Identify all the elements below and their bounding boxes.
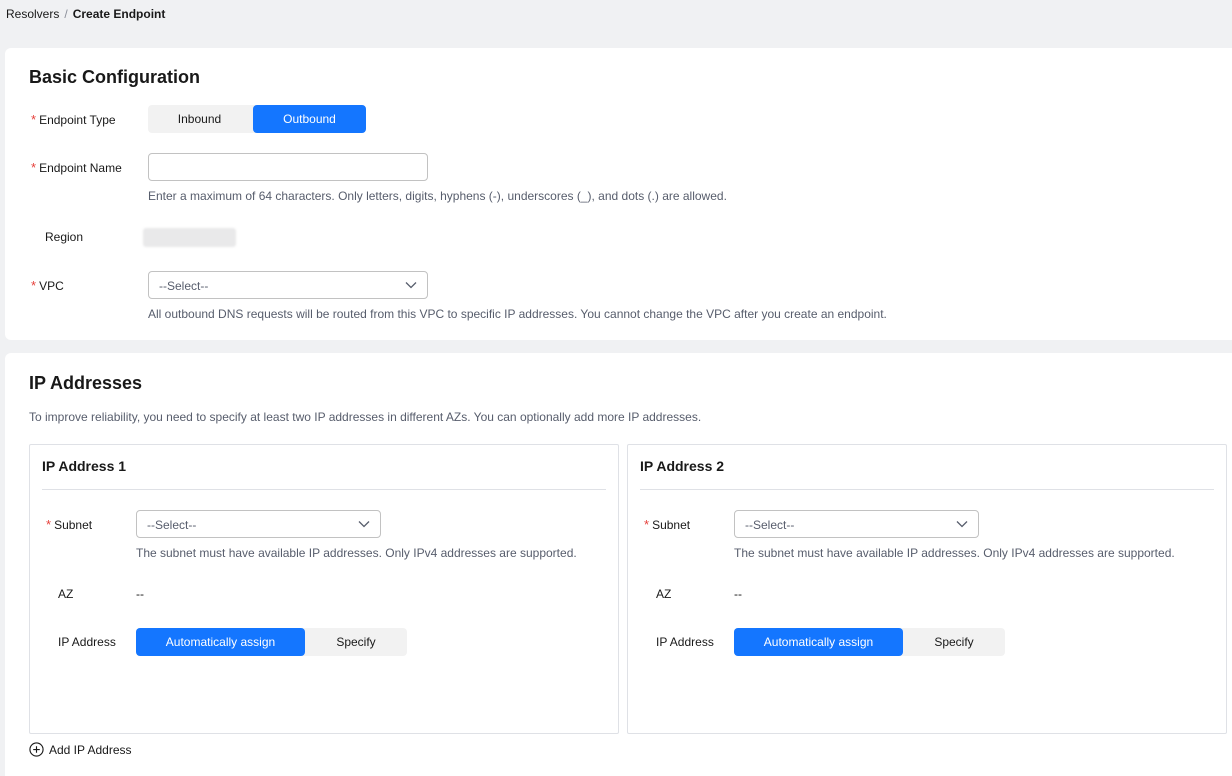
endpoint-type-label: * Endpoint Type — [31, 112, 116, 127]
ip-address-card-1: IP Address 1 * Subnet --Select-- The subn… — [29, 444, 619, 734]
az-label: AZ — [58, 587, 74, 601]
breadcrumb-separator: / — [64, 7, 68, 21]
endpoint-type-outbound-button[interactable]: Outbound — [253, 105, 366, 133]
region-value-redacted — [143, 228, 236, 247]
chevron-down-icon — [405, 282, 417, 289]
ip-addresses-card: IP Addresses To improve reliability, you… — [5, 353, 1232, 776]
ip-description: To improve reliability, you need to spec… — [29, 410, 702, 424]
specify-button[interactable]: Specify — [903, 628, 1005, 656]
endpoint-type-segmented: Inbound Outbound — [148, 105, 366, 133]
divider — [42, 489, 606, 490]
subnet-hint: The subnet must have available IP addres… — [734, 546, 1175, 560]
auto-assign-button[interactable]: Automatically assign — [136, 628, 305, 656]
subnet-hint: The subnet must have available IP addres… — [136, 546, 577, 560]
endpoint-type-inbound-button[interactable]: Inbound — [148, 105, 251, 133]
subnet-label: * Subnet — [644, 517, 691, 532]
breadcrumb: Resolvers / Create Endpoint — [6, 7, 165, 21]
required-marker: * — [644, 517, 650, 532]
ip-assign-segmented: Automatically assign Specify — [136, 628, 407, 656]
ip-address-card-2: IP Address 2 * Subnet --Select-- The subn… — [627, 444, 1227, 734]
az-value: -- — [136, 587, 144, 601]
subnet-select-value: --Select-- — [745, 518, 795, 532]
vpc-hint: All outbound DNS requests will be routed… — [148, 307, 887, 321]
ip-address-label: IP Address — [58, 635, 116, 649]
add-ip-address-button[interactable]: Add IP Address — [29, 742, 132, 757]
subnet-label: * Subnet — [46, 517, 93, 532]
breadcrumb-current: Create Endpoint — [72, 7, 166, 21]
endpoint-name-hint: Enter a maximum of 64 characters. Only l… — [148, 189, 727, 203]
region-label: Region — [45, 230, 84, 244]
specify-button[interactable]: Specify — [305, 628, 407, 656]
endpoint-name-label: * Endpoint Name — [31, 160, 122, 175]
vpc-select-value: --Select-- — [159, 279, 209, 293]
subnet-select-value: --Select-- — [147, 518, 197, 532]
divider — [640, 489, 1214, 490]
chevron-down-icon — [956, 521, 968, 528]
required-marker: * — [31, 112, 37, 127]
vpc-label: * VPC — [31, 278, 64, 293]
plus-circle-icon — [29, 742, 44, 757]
basic-configuration-card: Basic Configuration * Endpoint Type Inbou… — [5, 48, 1232, 340]
auto-assign-button[interactable]: Automatically assign — [734, 628, 903, 656]
chevron-down-icon — [358, 521, 370, 528]
subnet-select[interactable]: --Select-- — [136, 510, 381, 538]
ip-address-card-title: IP Address 2 — [640, 458, 725, 474]
required-marker: * — [31, 160, 37, 175]
endpoint-name-input[interactable] — [148, 153, 428, 181]
az-value: -- — [734, 587, 742, 601]
vpc-select[interactable]: --Select-- — [148, 271, 428, 299]
subnet-select[interactable]: --Select-- — [734, 510, 979, 538]
add-ip-address-label: Add IP Address — [49, 742, 132, 757]
section-title-basic: Basic Configuration — [29, 67, 201, 87]
required-marker: * — [31, 278, 37, 293]
az-label: AZ — [656, 587, 672, 601]
ip-address-card-title: IP Address 1 — [42, 458, 127, 474]
required-marker: * — [46, 517, 52, 532]
section-title-ip: IP Addresses — [29, 373, 143, 393]
ip-assign-segmented: Automatically assign Specify — [734, 628, 1005, 656]
breadcrumb-resolvers-link[interactable]: Resolvers — [6, 7, 59, 21]
ip-address-label: IP Address — [656, 635, 714, 649]
